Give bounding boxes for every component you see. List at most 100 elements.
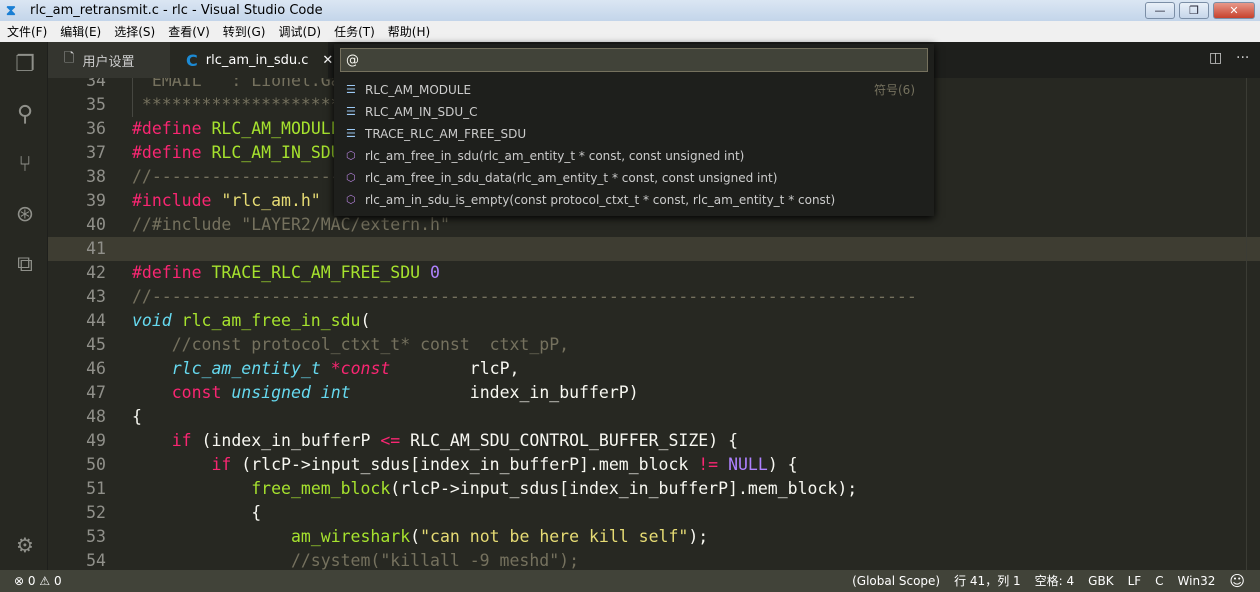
close-window-button[interactable]: ✕ bbox=[1213, 2, 1255, 19]
quick-open-input[interactable] bbox=[340, 48, 928, 72]
code-line: 46 rlc_am_entity_t *const rlcP, bbox=[48, 357, 1260, 381]
code-token: ( bbox=[410, 527, 421, 546]
debug-icon[interactable]: ⊛ bbox=[12, 202, 38, 228]
line-number: 35 bbox=[86, 95, 106, 114]
search-icon[interactable]: ⚲ bbox=[12, 102, 38, 128]
status-bar: ⊗ 0 ⚠ 0 (Global Scope) 行 41，列 1 空格: 4 GB… bbox=[0, 570, 1260, 592]
code-token: ( bbox=[360, 311, 371, 330]
line-number: 46 bbox=[86, 359, 106, 378]
code-token: index_in_bufferP) bbox=[350, 383, 639, 402]
minimize-button[interactable]: — bbox=[1145, 2, 1175, 19]
menu-file[interactable]: 文件(F) bbox=[0, 23, 53, 40]
code-token: rlcP, bbox=[390, 359, 520, 378]
function-symbol-icon: ⬡ bbox=[346, 149, 356, 162]
code-text: if (index_in_bufferP <= RLC_AM_SDU_CONTR… bbox=[132, 429, 738, 453]
code-token: const bbox=[340, 359, 391, 378]
file-icon: 🗋 bbox=[64, 51, 75, 66]
language-mode[interactable]: C bbox=[1148, 570, 1170, 592]
menu-selection[interactable]: 选择(S) bbox=[107, 23, 161, 40]
code-token: != bbox=[698, 455, 719, 474]
window-title: rlc_am_retransmit.c - rlc - Visual Studi… bbox=[30, 3, 323, 18]
encoding[interactable]: GBK bbox=[1081, 570, 1120, 592]
line-number: 39 bbox=[86, 191, 106, 210]
line-number: 44 bbox=[86, 311, 106, 330]
code-text: free_mem_block(rlcP->input_sdus[index_in… bbox=[132, 477, 857, 501]
error-icon: ⊗ bbox=[14, 574, 25, 588]
menu-view[interactable]: 查看(V) bbox=[161, 23, 216, 40]
code-token: { bbox=[132, 503, 262, 522]
code-line: 44 void rlc_am_free_in_sdu( bbox=[48, 309, 1260, 333]
warning-count: 0 bbox=[53, 574, 62, 588]
code-token: am_wireshark bbox=[290, 527, 411, 546]
tab-label: rlc_am_in_sdu.c bbox=[205, 52, 309, 68]
line-number: 53 bbox=[86, 527, 106, 546]
symbol-item[interactable]: ☰ RLC_AM_MODULE 符号(6) bbox=[334, 79, 934, 101]
code-text: //system("killall -9 meshd"); bbox=[132, 549, 579, 570]
symbol-label: RLC_AM_IN_SDU_C bbox=[365, 105, 478, 119]
menu-bar: 文件(F) 编辑(E) 选择(S) 查看(V) 转到(G) 调试(D) 任务(T… bbox=[0, 21, 1260, 42]
settings-gear-icon[interactable]: ⚙ bbox=[12, 532, 38, 558]
menu-help[interactable]: 帮助(H) bbox=[381, 23, 436, 40]
more-actions-icon[interactable]: ··· bbox=[1236, 50, 1249, 66]
code-token: //#include "LAYER2/MAC/extern.h" bbox=[132, 215, 450, 234]
code-token: #define bbox=[132, 263, 212, 282]
indentation[interactable]: 空格: 4 bbox=[1028, 570, 1082, 592]
c-language-icon: C bbox=[186, 50, 198, 70]
line-number: 40 bbox=[86, 215, 106, 234]
symbol-item[interactable]: ⬡ rlc_am_free_in_sdu(rlc_am_entity_t * co… bbox=[334, 145, 934, 167]
feedback-smiley-icon[interactable]: ☺ bbox=[1222, 570, 1252, 592]
split-editor-icon[interactable]: ◫ bbox=[1209, 50, 1222, 66]
close-tab-icon[interactable]: ✕ bbox=[322, 53, 333, 68]
line-number: 50 bbox=[86, 455, 106, 474]
end-of-line[interactable]: LF bbox=[1121, 570, 1149, 592]
code-text: am_wireshark("can not be here kill self"… bbox=[132, 525, 708, 549]
symbol-item[interactable]: ☰ TRACE_RLC_AM_FREE_SDU bbox=[334, 123, 934, 145]
tab-rlc-am-in-sdu[interactable]: C rlc_am_in_sdu.c ✕ bbox=[170, 42, 333, 78]
code-token: (rlcP->input_sdus[index_in_bufferP].mem_… bbox=[231, 455, 699, 474]
warning-icon: ⚠ bbox=[39, 574, 51, 588]
scope-indicator[interactable]: (Global Scope) bbox=[845, 570, 947, 592]
menu-tasks[interactable]: 任务(T) bbox=[327, 23, 381, 40]
code-line: 40 //#include "LAYER2/MAC/extern.h" bbox=[48, 213, 1260, 237]
symbol-label: TRACE_RLC_AM_FREE_SDU bbox=[365, 127, 527, 141]
symbol-item[interactable]: ⬡ rlc_am_in_sdu_is_empty(const protocol_c… bbox=[334, 189, 934, 211]
constant-symbol-icon: ☰ bbox=[346, 127, 356, 140]
symbol-item[interactable]: ⬡ rlc_am_free_in_sdu_data(rlc_am_entity_t… bbox=[334, 167, 934, 189]
code-line: 52 { bbox=[48, 501, 1260, 525]
code-token: * bbox=[330, 359, 341, 378]
code-token: NULL bbox=[728, 455, 768, 474]
code-text: rlc_am_entity_t *const rlcP, bbox=[132, 357, 520, 381]
platform-config[interactable]: Win32 bbox=[1171, 570, 1223, 592]
problems-indicator[interactable]: ⊗ 0 ⚠ 0 bbox=[14, 570, 62, 592]
explorer-icon[interactable]: ❐ bbox=[12, 52, 38, 78]
menu-debug[interactable]: 调试(D) bbox=[271, 23, 327, 40]
code-token: //system("killall -9 meshd"); bbox=[132, 551, 580, 570]
symbol-item[interactable]: ☰ RLC_AM_IN_SDU_C bbox=[334, 101, 934, 123]
code-line: 47 const unsigned int index_in_bufferP) bbox=[48, 381, 1260, 405]
code-token: "rlc_am.h" bbox=[221, 191, 321, 210]
line-number: 52 bbox=[86, 503, 106, 522]
source-control-icon[interactable]: ⑂ bbox=[12, 152, 38, 178]
restore-button[interactable]: ❐ bbox=[1179, 2, 1209, 19]
line-number: 45 bbox=[86, 335, 106, 354]
menu-go[interactable]: 转到(G) bbox=[216, 23, 272, 40]
code-token: const bbox=[171, 383, 232, 402]
line-number: 48 bbox=[86, 407, 106, 426]
code-text: //const protocol_ctxt_t* const ctxt_pP, bbox=[132, 333, 569, 357]
symbol-label: RLC_AM_MODULE bbox=[365, 83, 472, 97]
code-token: ) { bbox=[767, 455, 798, 474]
extensions-icon[interactable]: ⧉ bbox=[12, 252, 38, 278]
tab-user-settings[interactable]: 🗋 用户设置 bbox=[48, 42, 170, 78]
editor-scrollbar[interactable] bbox=[1246, 78, 1260, 570]
line-number: 49 bbox=[86, 431, 106, 450]
menu-edit[interactable]: 编辑(E) bbox=[53, 23, 107, 40]
line-number: 47 bbox=[86, 383, 106, 402]
cursor-position[interactable]: 行 41，列 1 bbox=[947, 570, 1028, 592]
code-token: void bbox=[132, 311, 182, 330]
line-number: 51 bbox=[86, 479, 106, 498]
